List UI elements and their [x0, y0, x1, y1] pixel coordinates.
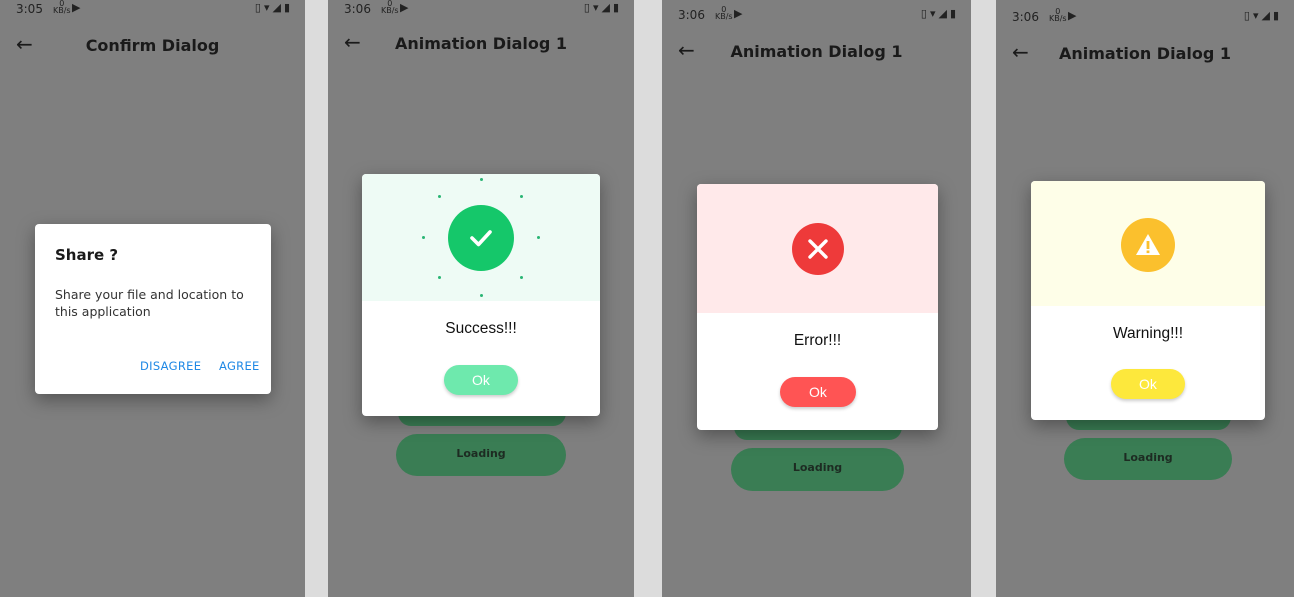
screen-separator — [634, 0, 662, 597]
app-bar: ← Confirm Dialog — [0, 28, 305, 68]
loading-button[interactable]: Loading — [396, 434, 566, 476]
ok-button[interactable]: Ok — [780, 377, 856, 407]
battery-icon: ▮ — [1272, 9, 1282, 22]
battery-icon: ▮ — [283, 1, 293, 14]
dialog-message: Error!!! — [793, 332, 842, 349]
status-bar: 3:06 0 KB/s ▶ ▯▾◢▮ — [662, 6, 971, 24]
app-bar: ← Animation Dialog 1 — [662, 34, 971, 74]
dialog-header — [362, 174, 600, 301]
ok-button[interactable]: Ok — [444, 365, 518, 395]
dialog-message: Share your file and location to this app… — [55, 287, 244, 319]
dialog-message: Success!!! — [445, 320, 517, 337]
dialog-header — [697, 184, 938, 313]
screen-separator — [971, 0, 996, 597]
status-icons: ▯▾◢▮ — [255, 1, 293, 14]
status-icons: ▯▾◢▮ — [921, 7, 959, 20]
dialog-header — [1031, 181, 1265, 306]
network-speed: 0 KB/s — [381, 0, 399, 15]
status-icons: ▯▾◢▮ — [1244, 9, 1282, 22]
signal-icon: ◢ — [938, 7, 950, 20]
status-bar: 3:06 0 KB/s ▶ ▯▾◢▮ — [996, 8, 1294, 26]
agree-button[interactable]: AGREE — [219, 359, 260, 373]
confirm-dialog: Share ? Share your file and location to … — [35, 224, 271, 394]
screen-confirm-dialog: 3:05 0 KB/s ▶ ▯▾◢▮ ← Confirm Dialog Share… — [0, 0, 305, 597]
signal-icon: ◢ — [601, 1, 613, 14]
status-bar: 3:05 0 KB/s ▶ ▯▾◢▮ — [0, 0, 305, 18]
dialog-title: Share ? — [55, 246, 119, 264]
warning-icon — [1121, 218, 1175, 272]
page-title: Confirm Dialog — [85, 36, 220, 55]
vibrate-icon: ▯ — [254, 1, 264, 14]
vibrate-icon: ▯ — [1243, 9, 1253, 22]
status-time: 3:06 — [1012, 10, 1039, 24]
vibrate-icon: ▯ — [583, 1, 593, 14]
app-bar: ← Animation Dialog 1 — [996, 36, 1294, 76]
warning-dialog: Warning!!! Ok — [1031, 181, 1265, 420]
page-title: Animation Dialog 1 — [394, 34, 567, 53]
close-icon — [792, 223, 844, 275]
screen-separator — [305, 0, 328, 597]
screen-warning-dialog: 3:06 0 KB/s ▶ ▯▾◢▮ ← Animation Dialog 1 L… — [996, 0, 1294, 597]
status-bar: 3:06 0 KB/s ▶ ▯▾◢▮ — [328, 0, 634, 18]
network-speed: 0 KB/s — [53, 0, 71, 15]
network-speed: 0 KB/s — [715, 5, 733, 21]
status-icons: ▯▾◢▮ — [584, 1, 622, 14]
play-store-icon: ▶ — [734, 7, 743, 20]
check-icon — [448, 205, 514, 271]
page-title: Animation Dialog 1 — [1058, 44, 1231, 63]
ok-button[interactable]: Ok — [1111, 369, 1185, 399]
loading-button[interactable]: Loading — [1064, 438, 1232, 480]
status-time: 3:06 — [344, 2, 371, 16]
play-store-icon: ▶ — [400, 1, 409, 14]
vibrate-icon: ▯ — [920, 7, 930, 20]
play-store-icon: ▶ — [1068, 9, 1077, 22]
page-title: Animation Dialog 1 — [730, 42, 903, 61]
status-time: 3:05 — [16, 2, 43, 16]
screen-success-dialog: 3:06 0 KB/s ▶ ▯▾◢▮ ← Animation Dialog 1 L… — [328, 0, 634, 597]
success-dialog: Success!!! Ok — [362, 174, 600, 416]
dialog-message: Warning!!! — [1112, 325, 1184, 342]
screen-error-dialog: 3:06 0 KB/s ▶ ▯▾◢▮ ← Animation Dialog 1 L… — [662, 0, 971, 597]
loading-button[interactable]: Loading — [731, 448, 904, 491]
battery-icon: ▮ — [949, 7, 959, 20]
signal-icon: ◢ — [1261, 9, 1273, 22]
play-store-icon: ▶ — [72, 1, 81, 14]
error-dialog: Error!!! Ok — [697, 184, 938, 430]
status-time: 3:06 — [678, 8, 705, 22]
network-speed: 0 KB/s — [1049, 7, 1067, 23]
app-bar: ← Animation Dialog 1 — [328, 26, 634, 66]
battery-icon: ▮ — [612, 1, 622, 14]
disagree-button[interactable]: DISAGREE — [140, 359, 201, 373]
signal-icon: ◢ — [272, 1, 284, 14]
